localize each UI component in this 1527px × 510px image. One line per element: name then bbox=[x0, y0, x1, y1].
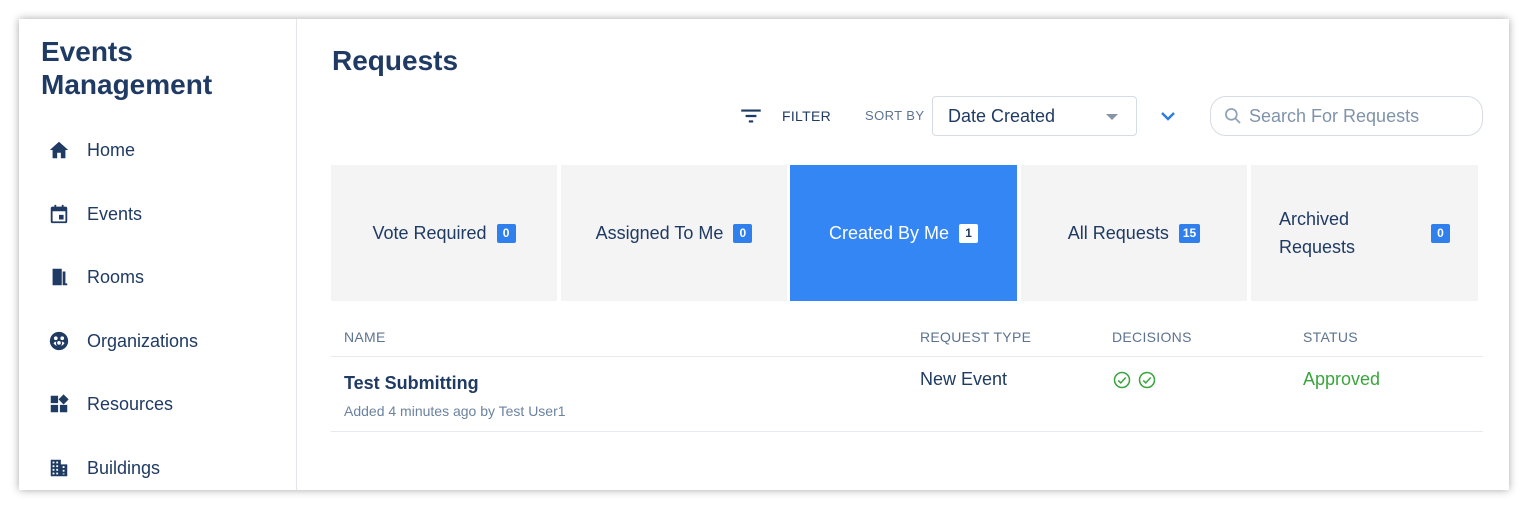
sidebar-item-buildings[interactable]: Buildings bbox=[47, 448, 277, 488]
sort-direction-toggle[interactable] bbox=[1156, 104, 1180, 128]
sidebar: Events Management Home Events Rooms Orga… bbox=[19, 19, 297, 490]
search-input[interactable] bbox=[1249, 101, 1469, 131]
tab-all-requests[interactable]: All Requests 15 bbox=[1021, 165, 1247, 301]
sidebar-item-home[interactable]: Home bbox=[47, 130, 277, 170]
request-name[interactable]: Test Submitting bbox=[344, 373, 479, 394]
sidebar-item-events[interactable]: Events bbox=[47, 194, 277, 234]
sidebar-item-organizations[interactable]: Organizations bbox=[47, 321, 277, 361]
table-row[interactable]: Test Submitting Added 4 minutes ago by T… bbox=[331, 357, 1483, 432]
sidebar-item-resources[interactable]: Resources bbox=[47, 384, 277, 424]
home-icon bbox=[47, 138, 71, 162]
sidebar-item-label: Rooms bbox=[87, 266, 145, 287]
sidebar-item-label: Organizations bbox=[87, 330, 199, 351]
count-badge: 0 bbox=[733, 223, 753, 243]
door-icon bbox=[47, 265, 71, 289]
tab-created-by-me[interactable]: Created By Me 1 bbox=[790, 165, 1017, 301]
building-icon bbox=[47, 456, 71, 480]
sort-select[interactable]: Date Created bbox=[932, 96, 1137, 136]
sidebar-item-label: Home bbox=[87, 139, 136, 160]
main-content: Requests FILTER SORT BY Date Created Sea… bbox=[298, 19, 1509, 490]
approved-check-icon bbox=[1137, 370, 1157, 390]
tab-vote-required[interactable]: Vote Required 0 bbox=[331, 165, 557, 301]
column-header-status[interactable]: STATUS bbox=[1303, 329, 1358, 345]
sidebar-item-rooms[interactable]: Rooms bbox=[47, 257, 277, 297]
sort-select-value: Date Created bbox=[948, 105, 1056, 126]
caret-down-icon bbox=[1106, 114, 1118, 120]
column-header-decisions[interactable]: DECISIONS bbox=[1112, 329, 1192, 345]
sort-by-label: SORT BY bbox=[865, 108, 925, 123]
calendar-icon bbox=[47, 202, 71, 226]
tab-label: Created By Me bbox=[828, 222, 950, 243]
table-header: NAME REQUEST TYPE DECISIONS STATUS bbox=[331, 319, 1483, 357]
column-header-name[interactable]: NAME bbox=[344, 329, 386, 345]
tab-archived-requests[interactable]: Archived Requests 0 bbox=[1251, 165, 1478, 301]
tab-assigned-to-me[interactable]: Assigned To Me 0 bbox=[561, 165, 787, 301]
tab-label: All Requests bbox=[1067, 222, 1169, 243]
count-badge: 15 bbox=[1178, 223, 1201, 243]
search-box[interactable] bbox=[1210, 96, 1483, 136]
decisions bbox=[1112, 370, 1162, 390]
tab-label: Assigned To Me bbox=[595, 222, 724, 243]
sidebar-item-label: Buildings bbox=[87, 457, 161, 478]
count-badge: 1 bbox=[959, 223, 979, 243]
requests-table: NAME REQUEST TYPE DECISIONS STATUS Test … bbox=[331, 319, 1483, 432]
column-header-request-type[interactable]: REQUEST TYPE bbox=[920, 329, 1031, 345]
request-meta: Added 4 minutes ago by Test User1 bbox=[344, 403, 566, 419]
request-tabs: Vote Required 0 Assigned To Me 0 Created… bbox=[331, 165, 1478, 301]
count-badge: 0 bbox=[496, 223, 516, 243]
filter-label: FILTER bbox=[782, 108, 831, 124]
app-window: Events Management Home Events Rooms Orga… bbox=[19, 19, 1509, 490]
organizations-icon bbox=[47, 329, 71, 353]
toolbar: FILTER SORT BY Date Created bbox=[298, 96, 1509, 136]
app-title: Events Management bbox=[41, 36, 213, 100]
filter-button[interactable]: FILTER bbox=[738, 96, 831, 136]
chevron-down-icon bbox=[1161, 112, 1175, 121]
filter-icon bbox=[741, 109, 761, 123]
tab-label: Archived Requests bbox=[1279, 209, 1356, 257]
request-type: New Event bbox=[920, 369, 1008, 389]
sidebar-item-label: Events bbox=[87, 203, 143, 224]
approved-check-icon bbox=[1112, 370, 1132, 390]
search-icon bbox=[1225, 108, 1241, 124]
count-badge: 0 bbox=[1431, 224, 1450, 243]
page-title: Requests bbox=[332, 45, 459, 76]
status-text: Approved bbox=[1303, 369, 1381, 389]
tab-label: Vote Required bbox=[372, 222, 487, 243]
resources-icon bbox=[47, 392, 71, 416]
sidebar-item-label: Resources bbox=[87, 393, 174, 414]
